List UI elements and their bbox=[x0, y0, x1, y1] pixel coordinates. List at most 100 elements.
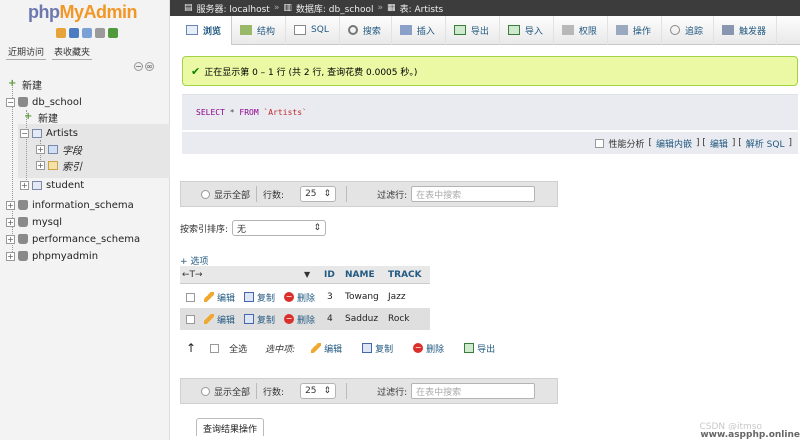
tree-item-artists[interactable]: − Artists bbox=[20, 125, 78, 141]
breadcrumb-database[interactable]: 数据库: db_school bbox=[296, 2, 374, 15]
tree-item-mysql[interactable]: + mysql bbox=[6, 214, 62, 230]
tab-browse[interactable]: 浏览 bbox=[178, 15, 233, 45]
show-all-checkbox[interactable] bbox=[201, 386, 210, 396]
expand-icon[interactable]: + bbox=[6, 200, 15, 210]
show-all-checkbox[interactable] bbox=[201, 189, 210, 199]
tree-item-db-school[interactable]: − db_school bbox=[6, 94, 82, 110]
show-all-label: 显示全部 bbox=[214, 387, 251, 398]
expand-icon[interactable]: + bbox=[20, 180, 29, 190]
import-icon bbox=[507, 25, 520, 35]
divider bbox=[346, 186, 348, 202]
edit-inline-link[interactable]: 编辑内嵌 bbox=[656, 137, 692, 150]
wrench-icon bbox=[615, 25, 628, 35]
edit-link[interactable]: 编辑 bbox=[710, 137, 728, 150]
check-all-label[interactable]: 全选 bbox=[229, 342, 247, 355]
tree-item-phpmyadmin[interactable]: + phpmyadmin bbox=[6, 248, 98, 264]
row-copy-button[interactable]: 复制 bbox=[244, 291, 275, 304]
tab-label: 触发器 bbox=[738, 26, 766, 37]
success-text: 正在显示第 0 – 1 行 (共 2 行, 查询花费 0.0005 秒。) bbox=[204, 67, 418, 78]
tab-search[interactable]: 搜索 bbox=[340, 15, 392, 45]
insert-icon bbox=[399, 25, 412, 35]
tab-label: 操作 bbox=[632, 26, 651, 37]
row-delete-button[interactable]: − 删除 bbox=[284, 313, 315, 326]
tree-item-new-db[interactable]: + 新建 bbox=[8, 76, 42, 92]
expand-icon[interactable]: + bbox=[36, 160, 45, 170]
row-checkbox[interactable] bbox=[186, 292, 195, 302]
header-id[interactable]: ID bbox=[324, 270, 335, 280]
expand-icon[interactable]: + bbox=[36, 144, 45, 154]
privileges-icon bbox=[561, 25, 574, 35]
tab-label: 浏览 bbox=[203, 26, 222, 37]
sort-caret-icon[interactable]: ▼ bbox=[304, 270, 310, 279]
link-icon[interactable]: ∞ bbox=[145, 62, 154, 71]
collapse-icon[interactable]: − bbox=[6, 97, 15, 107]
success-message: ✔ 正在显示第 0 – 1 行 (共 2 行, 查询花费 0.0005 秒。) bbox=[182, 56, 798, 86]
profiling-label: 性能分析 bbox=[608, 139, 645, 150]
tab-export[interactable]: 导出 bbox=[446, 15, 500, 45]
rows-select[interactable]: 25 ⇕ bbox=[300, 186, 337, 202]
bulk-copy-button[interactable]: 复制 bbox=[362, 342, 393, 355]
row-copy-button[interactable]: 复制 bbox=[244, 313, 275, 326]
action-label: 删除 bbox=[297, 293, 316, 304]
sort-select[interactable]: 无 ⇕ bbox=[232, 220, 327, 236]
bulk-delete-button[interactable]: − 删除 bbox=[413, 342, 444, 355]
tree-item-new-table[interactable]: + 新建 bbox=[24, 109, 58, 125]
tab-favorites[interactable]: 表收藏夹 bbox=[52, 44, 93, 60]
tab-label: 结构 bbox=[257, 26, 276, 37]
explain-sql-link[interactable]: 解析 SQL bbox=[746, 137, 785, 150]
check-all-checkbox[interactable] bbox=[210, 343, 220, 353]
row-edit-button[interactable]: 编辑 bbox=[204, 291, 235, 304]
filter-input[interactable]: 在表中搜索 bbox=[411, 383, 536, 399]
expand-icon[interactable]: + bbox=[6, 234, 15, 244]
settings-icon[interactable] bbox=[95, 28, 105, 38]
sql-query-box[interactable]: SELECT * FROM `Artists` bbox=[182, 94, 798, 130]
bulk-edit-button[interactable]: 编辑 bbox=[311, 342, 342, 355]
home-icon[interactable] bbox=[56, 28, 66, 38]
logout-icon[interactable] bbox=[69, 28, 79, 38]
tab-tracking[interactable]: 追踪 bbox=[662, 15, 714, 45]
tab-privileges[interactable]: 权限 bbox=[554, 15, 608, 45]
phpmyadmin-logo[interactable]: phpMyAdmin bbox=[28, 2, 137, 23]
collapse-all-icon[interactable]: − bbox=[134, 62, 143, 71]
row-checkbox[interactable] bbox=[186, 314, 195, 324]
export-icon bbox=[464, 343, 475, 353]
tab-triggers[interactable]: 触发器 bbox=[714, 15, 777, 45]
database-icon bbox=[18, 234, 28, 244]
tree-item-student[interactable]: + student bbox=[20, 177, 84, 193]
browse-icon bbox=[186, 25, 198, 35]
reload-icon[interactable] bbox=[108, 28, 118, 38]
logo-icon-bar bbox=[56, 28, 118, 38]
row-edit-button[interactable]: 编辑 bbox=[204, 313, 235, 326]
tab-operations[interactable]: 操作 bbox=[608, 15, 662, 45]
breadcrumb-table[interactable]: 表: Artists bbox=[400, 2, 444, 15]
profiling-checkbox[interactable] bbox=[595, 138, 605, 148]
tab-structure[interactable]: 结构 bbox=[232, 15, 287, 45]
row-delete-button[interactable]: − 删除 bbox=[284, 291, 315, 304]
header-name[interactable]: NAME bbox=[345, 270, 375, 280]
tab-import[interactable]: 导入 bbox=[500, 15, 554, 45]
expand-icon[interactable]: + bbox=[6, 217, 15, 227]
column-arrows[interactable]: ←T→ bbox=[182, 270, 203, 280]
new-icon: + bbox=[24, 111, 33, 122]
tab-recent[interactable]: 近期访问 bbox=[6, 44, 47, 60]
expand-icon[interactable]: + bbox=[6, 251, 15, 261]
bulk-export-button[interactable]: 导出 bbox=[464, 342, 495, 355]
tree-item-information-schema[interactable]: + information_schema bbox=[6, 197, 134, 213]
select-arrows-icon: ⇕ bbox=[313, 223, 322, 233]
query-results-operations[interactable]: 查询结果操作 bbox=[196, 418, 265, 436]
tree-item-performance-schema[interactable]: + performance_schema bbox=[6, 231, 140, 247]
table-header-row: ←T→ ▼ ID NAME TRACK bbox=[180, 266, 430, 284]
server-icon: ▤ bbox=[184, 3, 193, 13]
tab-insert[interactable]: 插入 bbox=[392, 15, 446, 45]
tab-sql[interactable]: SQL bbox=[286, 15, 340, 45]
docs-icon[interactable] bbox=[82, 28, 92, 38]
tree-item-fields[interactable]: + 字段 bbox=[36, 141, 82, 157]
collapse-icon[interactable]: − bbox=[20, 128, 29, 138]
tree-label: mysql bbox=[32, 216, 62, 228]
filter-input[interactable]: 在表中搜索 bbox=[411, 186, 536, 202]
rows-select[interactable]: 25 ⇕ bbox=[300, 383, 337, 399]
tree-label: Artists bbox=[46, 127, 78, 139]
tree-item-indexes[interactable]: + 索引 bbox=[36, 157, 82, 173]
header-track[interactable]: TRACK bbox=[388, 270, 422, 280]
breadcrumb-server[interactable]: 服务器: localhost bbox=[197, 2, 270, 15]
